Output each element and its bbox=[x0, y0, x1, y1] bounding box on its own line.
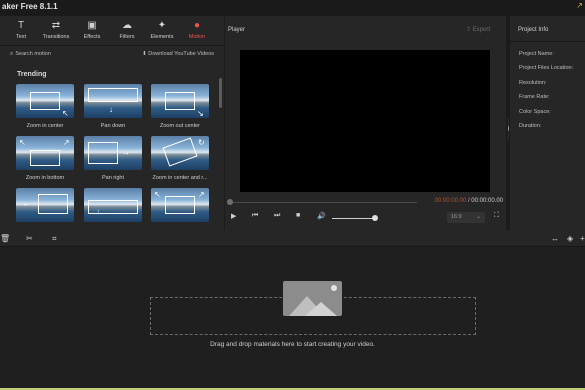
arrow-icon: ↘ bbox=[197, 109, 204, 118]
media-toolbar: T Text ⇄ Transitions ▣ Effects ☁ Filters… bbox=[0, 16, 224, 46]
section-title: Trending bbox=[17, 71, 47, 78]
motion-thumbnail: ↖ bbox=[16, 84, 74, 118]
color-space-label: Color Space: bbox=[519, 109, 551, 115]
elements-icon: ✦ bbox=[157, 20, 167, 31]
player-title: Player bbox=[228, 27, 246, 33]
project-name-label: Project Name: bbox=[519, 51, 554, 57]
arrow-icon: ↖ bbox=[62, 109, 69, 118]
export-button[interactable]: ⇪ Export bbox=[466, 26, 490, 33]
motion-thumbnail: ↘ bbox=[151, 84, 209, 118]
tool-effects[interactable]: ▣ Effects bbox=[74, 16, 110, 46]
arrow-icon: ← bbox=[22, 199, 30, 208]
arrow-icon: ↻ bbox=[198, 138, 205, 147]
aspect-ratio-select[interactable]: 16:9 ⌄ bbox=[447, 212, 485, 223]
transitions-icon: ⇄ bbox=[51, 20, 61, 31]
delete-icon[interactable]: 🗑 bbox=[0, 234, 10, 243]
player-panel: Player ⇪ Export 00:00:00.00 / 00:00:00.0… bbox=[225, 16, 506, 230]
motion-thumbnail: ↖ ↗ bbox=[151, 188, 209, 222]
image-placeholder-icon bbox=[283, 281, 342, 316]
text-icon: T bbox=[17, 20, 25, 31]
title-bar: aker Free 8.1.1 ↗ bbox=[0, 0, 585, 16]
progress-track[interactable] bbox=[229, 202, 417, 203]
motion-thumbnail: ↓ bbox=[84, 84, 142, 118]
timeline-panel: 🗑 ✂ ⌗ ↔ ◈ + Drag and drop materials here… bbox=[0, 230, 585, 390]
download-youtube-button[interactable]: ⬇ Download YouTube Videos bbox=[142, 51, 214, 57]
search-icon: ⌕ bbox=[10, 51, 14, 57]
next-frame-icon[interactable]: ⏭ bbox=[274, 212, 280, 220]
motion-item[interactable]: ↘ Zoom out center bbox=[151, 84, 209, 129]
motion-item[interactable]: ↻ Zoom in center and r... bbox=[151, 136, 209, 181]
play-icon[interactable]: ▶ bbox=[231, 212, 236, 220]
project-info-panel: Project Info Project Name: Project Files… bbox=[509, 16, 585, 230]
motion-item[interactable]: ↖ ↗ bbox=[151, 188, 209, 222]
arrow-icon: ↗ bbox=[63, 138, 70, 147]
filters-icon: ☁ bbox=[122, 20, 132, 31]
motion-thumbnail: ← bbox=[16, 188, 74, 222]
pin-icon[interactable]: ↗ bbox=[576, 1, 583, 10]
timecode: 00:00:00.00 / 00:00:00.00 bbox=[434, 198, 503, 204]
timeline-toolbar: 🗑 ✂ ⌗ ↔ ◈ + bbox=[0, 230, 585, 247]
arrow-icon: ↗ bbox=[198, 190, 205, 199]
export-icon: ⇪ bbox=[465, 27, 471, 33]
tool-motion[interactable]: ● Motion bbox=[179, 16, 215, 46]
resolution-label: Resolution: bbox=[519, 80, 547, 86]
arrow-icon: ↓ bbox=[96, 207, 100, 216]
motion-item[interactable]: ↖ Zoom in center bbox=[16, 84, 74, 129]
current-time: 00:00:00.00 bbox=[434, 198, 467, 204]
player-controls: ▶ ⏮ ⏭ ■ 🔊 16:9 ⌄ ⛶ bbox=[225, 210, 506, 226]
left-panel: T Text ⇄ Transitions ▣ Effects ☁ Filters… bbox=[0, 16, 224, 230]
tool-filters[interactable]: ☁ Filters bbox=[109, 16, 145, 46]
fullscreen-icon[interactable]: ⛶ bbox=[494, 212, 499, 220]
arrow-icon: ↖ bbox=[154, 190, 161, 199]
stop-icon[interactable]: ■ bbox=[296, 212, 300, 219]
tool-text[interactable]: T Text bbox=[3, 16, 39, 46]
arrow-icon: ↖ bbox=[19, 138, 26, 147]
download-icon: ⬇ bbox=[142, 51, 147, 57]
project-location-label: Project Files Location: bbox=[519, 65, 574, 71]
arrow-icon: ↓ bbox=[109, 105, 113, 114]
panel-scrollbar[interactable] bbox=[219, 78, 222, 108]
total-time: 00:00:00.00 bbox=[471, 198, 503, 204]
motion-item[interactable]: ↖ ↗ Zoom in bottom bbox=[16, 136, 74, 181]
duration-label: Duration: bbox=[519, 123, 542, 129]
motion-item[interactable]: ← bbox=[16, 188, 74, 222]
frame-rate-label: Frame Rate: bbox=[519, 94, 550, 100]
preview-screen bbox=[240, 50, 490, 192]
arrow-icon: → bbox=[122, 148, 130, 157]
window-title: aker Free 8.1.1 bbox=[2, 2, 58, 11]
motion-icon: ● bbox=[193, 20, 201, 31]
motion-item[interactable]: ↓ bbox=[84, 188, 142, 222]
motion-thumbnail: ↓ bbox=[84, 188, 142, 222]
divider bbox=[510, 41, 585, 42]
tool-elements[interactable]: ✦ Elements bbox=[144, 16, 180, 46]
motion-item[interactable]: ↓ Pan down bbox=[84, 84, 142, 129]
volume-icon[interactable]: 🔊 bbox=[317, 212, 326, 220]
snap-icon[interactable]: ◈ bbox=[567, 234, 573, 243]
project-info-title: Project Info bbox=[518, 27, 549, 33]
fit-timeline-icon[interactable]: ↔ bbox=[551, 234, 559, 243]
volume-slider[interactable] bbox=[332, 218, 374, 219]
effects-icon: ▣ bbox=[87, 20, 97, 31]
zoom-icon[interactable]: + bbox=[580, 234, 585, 243]
search-motion[interactable]: ⌕ Search motion bbox=[10, 51, 51, 58]
crop-icon[interactable]: ⌗ bbox=[52, 234, 57, 244]
motion-subbar: ⌕ Search motion ⬇ Download YouTube Videos bbox=[0, 47, 224, 63]
motion-item[interactable]: → Pan right bbox=[84, 136, 142, 181]
motion-thumbnail: ↻ bbox=[151, 136, 209, 170]
drop-instructions: Drag and drop materials here to start cr… bbox=[210, 341, 375, 348]
tool-transitions[interactable]: ⇄ Transitions bbox=[38, 16, 74, 46]
chevron-down-icon: ⌄ bbox=[475, 214, 481, 220]
split-icon[interactable]: ✂ bbox=[26, 234, 33, 243]
progress-handle[interactable] bbox=[227, 199, 233, 205]
volume-handle[interactable] bbox=[372, 215, 378, 221]
motion-thumbnail: ↖ ↗ bbox=[16, 136, 74, 170]
previous-frame-icon[interactable]: ⏮ bbox=[252, 212, 258, 220]
motion-thumbnail: → bbox=[84, 136, 142, 170]
